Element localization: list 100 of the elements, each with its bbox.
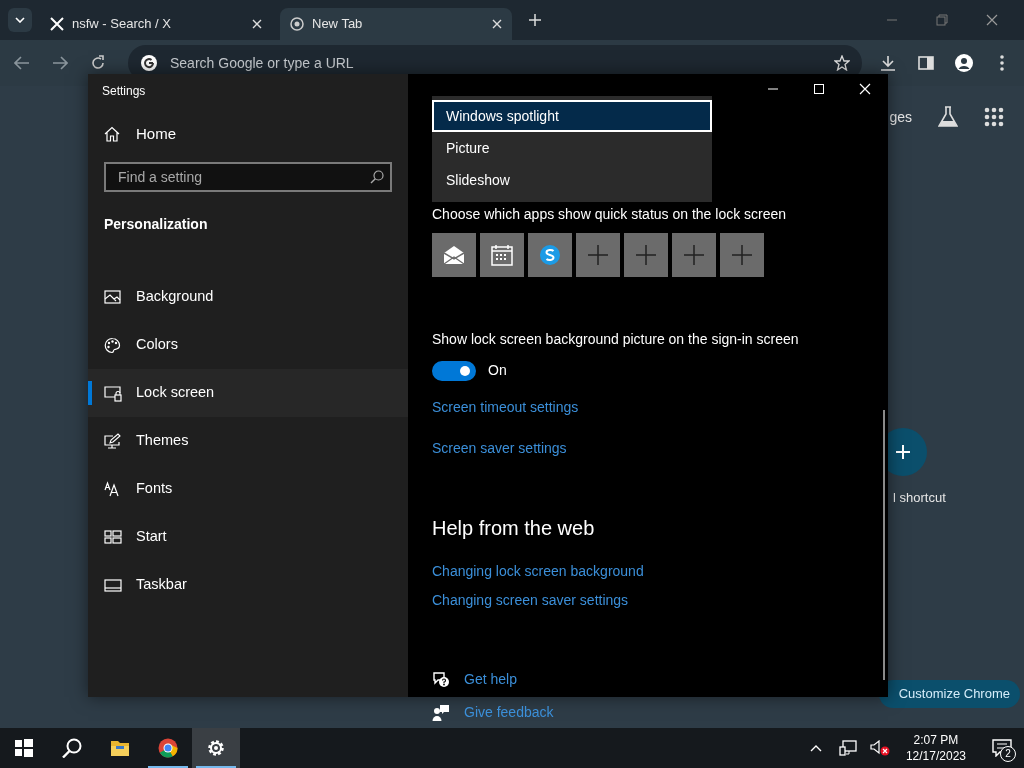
app-tile[interactable] [480, 233, 524, 277]
apps-button[interactable] [984, 107, 1004, 127]
network-icon [838, 740, 857, 756]
search-icon [370, 170, 384, 184]
sidebar-item[interactable]: Fonts [88, 465, 408, 513]
taskbar-app-button[interactable] [192, 728, 240, 768]
clock[interactable]: 2:07 PM 12/17/2023 [899, 732, 972, 764]
plus-icon [730, 243, 754, 267]
feedback-icon [432, 703, 450, 722]
plus-icon [682, 243, 706, 267]
dropdown-option[interactable]: Picture [432, 132, 712, 164]
close-icon [859, 83, 871, 95]
support-link[interactable]: Get help [464, 669, 517, 690]
toggle-label: Show lock screen background picture on the sign-in screen [432, 330, 800, 349]
app-tile[interactable] [672, 233, 716, 277]
tab-search-button[interactable] [8, 8, 32, 32]
bookmark-button[interactable] [834, 55, 850, 71]
sidebar-item[interactable]: Lock screen [88, 369, 408, 417]
sidebar-item[interactable]: Themes [88, 417, 408, 465]
home-icon [104, 126, 120, 142]
close-tab-button[interactable] [252, 19, 262, 29]
message-icon [992, 739, 1012, 757]
plus-icon [634, 243, 658, 267]
customize-chrome-button[interactable]: Customize Chrome [878, 680, 1020, 708]
tab-title: New Tab [312, 15, 364, 34]
app-tile[interactable] [624, 233, 668, 277]
home-link[interactable]: Home [88, 114, 408, 154]
folder-icon [110, 738, 130, 758]
themes-icon [104, 432, 122, 450]
window-title: Settings [101, 83, 147, 100]
profile-icon [955, 54, 973, 72]
help-link[interactable]: Changing screen saver settings [432, 590, 629, 611]
chevron-up-icon [809, 744, 822, 752]
plus-icon [586, 243, 610, 267]
globe-icon [290, 17, 304, 31]
gear-icon [206, 738, 226, 758]
volume-button[interactable] [867, 740, 892, 756]
plus-icon [528, 13, 542, 27]
fonts-icon [104, 480, 122, 498]
shortcut-label: l shortcut [893, 489, 947, 507]
apps-grid-icon [984, 107, 1004, 127]
maximize-icon [813, 83, 825, 95]
close-icon [252, 19, 262, 29]
scroll-bar[interactable] [883, 410, 885, 680]
app-tile[interactable] [576, 233, 620, 277]
tab-title: nsfw - Search / X [72, 15, 172, 34]
browser-tab[interactable]: New Tab [280, 8, 512, 40]
new-tab-button[interactable] [528, 13, 542, 27]
toggle-switch[interactable] [432, 360, 476, 381]
lock-screen-icon [104, 384, 122, 402]
logo-icon [50, 17, 64, 31]
help-link[interactable]: Changing lock screen background [432, 561, 644, 582]
labs-button[interactable] [938, 106, 958, 128]
forward-arrow-icon [52, 56, 68, 70]
more-icon [1000, 55, 1004, 71]
app-tile[interactable] [528, 233, 572, 277]
settings-link[interactable]: Screen timeout settings [432, 397, 579, 418]
quick-status-label: Choose which apps show quick status on the lock screen [432, 205, 788, 224]
picture-icon [104, 288, 122, 306]
profile-button[interactable] [952, 54, 976, 72]
plus-icon [895, 444, 911, 460]
taskbar-icon [104, 576, 122, 594]
sidebar-item[interactable]: Start [88, 513, 408, 561]
search-field[interactable]: Find a setting [116, 165, 370, 189]
section-heading: Help from the web [432, 516, 596, 541]
star-icon [834, 55, 850, 71]
chat-app-icon [538, 243, 562, 267]
close-tab-button[interactable] [492, 19, 502, 29]
mail-icon [442, 243, 466, 267]
flask-icon [938, 106, 958, 128]
muted-speaker-icon [869, 740, 890, 756]
notification-count: 2 [1000, 746, 1016, 762]
search-icon [62, 738, 82, 758]
app-tile[interactable] [720, 233, 764, 277]
sidebar-item[interactable]: Background [88, 273, 408, 321]
close-icon [986, 14, 998, 26]
section-heading: Personalization [103, 215, 209, 234]
chrome-icon [158, 738, 178, 758]
dropdown-option[interactable]: Slideshow [432, 164, 712, 196]
toggle-state: On [488, 361, 507, 380]
caret-icon [15, 17, 25, 23]
back-arrow-icon [14, 56, 30, 70]
reload-icon [90, 55, 106, 71]
sidebar-item[interactable]: Colors [88, 321, 408, 369]
start-icon [14, 738, 34, 758]
dropdown-option[interactable]: Windows spotlight [432, 100, 712, 132]
settings-link[interactable]: Screen saver settings [432, 438, 567, 459]
sidebar-item[interactable]: Taskbar [88, 561, 408, 609]
clock-date: 12/17/2023 [905, 748, 966, 764]
side-panel-icon [918, 56, 934, 70]
palette-icon [104, 336, 122, 354]
clock-time: 2:07 PM [913, 732, 959, 748]
start-tiles-icon [104, 528, 122, 546]
images-link[interactable]: ges [889, 106, 912, 128]
browser-tab[interactable]: nsfw - Search / X [40, 8, 272, 40]
download-icon [880, 55, 896, 71]
search-box[interactable]: Find a setting [104, 162, 392, 192]
app-tile[interactable] [432, 233, 476, 277]
restore-icon [936, 14, 948, 26]
notifications-button[interactable]: 2 [980, 728, 1024, 768]
